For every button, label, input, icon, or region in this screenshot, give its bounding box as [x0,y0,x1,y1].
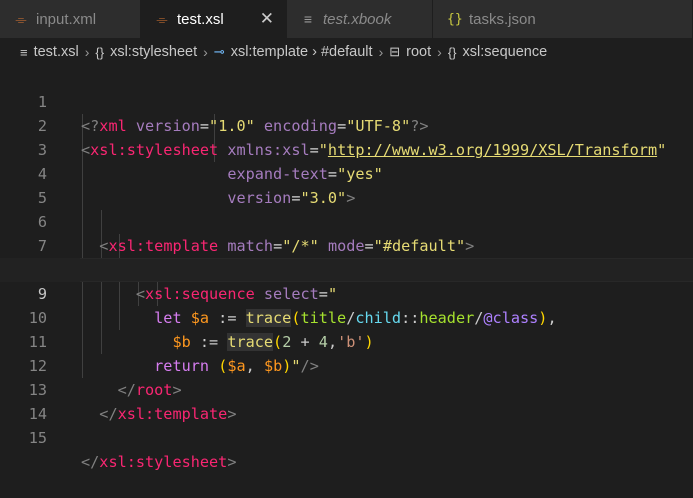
breadcrumb-item-file[interactable]: ≡ test.xsl [20,44,79,60]
code-line: 3 expand-text="yes" [0,114,693,183]
template-icon: ⊸ [213,44,225,59]
code-line: 1 <?xml version="1.0" encoding="UTF-8"?> [0,66,693,135]
code-line: 4 version="3.0"> [0,138,693,207]
line-number: 15 [28,429,47,447]
braces-icon: {} [95,44,105,60]
breadcrumb-label: xsl:stylesheet [110,44,198,60]
code-line-current: 9 let $a := trace(title/child::header/@c… [0,258,693,327]
lines-icon: ≡ [20,44,28,60]
tab-label: input.xml [36,10,97,28]
code-line: 5 [0,162,693,207]
braces-icon: {} [447,44,457,60]
breadcrumb-label: test.xsl [33,44,79,60]
tab-tasks-json[interactable]: {} tasks.json [433,0,693,38]
breadcrumb-item-template[interactable]: ⊸ xsl:template › #default [214,44,373,60]
code-line: 11 return ($a, $b)"/> [0,306,693,375]
tab-input-xml[interactable]: ⌯ input.xml [0,0,141,38]
tab-test-xsl[interactable]: ⌯ test.xsl ✕ [141,0,287,38]
breadcrumb-label: xsl:sequence [462,44,548,60]
braces-icon: {} [447,11,463,27]
tag-name: xsl:stylesheet [99,453,228,471]
tab-label: tasks.json [469,10,536,28]
code-line: 8 <xsl:sequence select=" [0,234,693,303]
tab-test-xbook[interactable]: ≡ test.xbook [287,0,433,38]
breadcrumb-label: root [406,44,432,60]
code-line: 13 </xsl:template> [0,354,693,423]
chevron-right-icon: › [203,44,208,60]
tag-close: > [227,453,237,471]
code-line: 6 <xsl:template match="/*" mode="#defaul… [0,186,693,255]
breadcrumb-label: xsl:template › #default [230,44,373,60]
tab-bar: ⌯ input.xml ⌯ test.xsl ✕ ≡ test.xbook {}… [0,0,693,38]
code-line: 15 </xsl:stylesheet> [0,402,693,471]
code-line: 2 <xsl:stylesheet xmlns:xsl="http://www.… [0,90,693,159]
chevron-right-icon: › [378,44,384,60]
close-icon[interactable]: ✕ [260,9,274,29]
code-line: 14 [0,378,693,423]
breadcrumb-item-sequence[interactable]: {} xsl:sequence [448,44,547,60]
breadcrumb-item-stylesheet[interactable]: {} xsl:stylesheet [95,44,197,60]
tag-open: </ [81,453,100,471]
line-content: </xsl:stylesheet> [81,450,236,474]
lines-icon: ≡ [303,11,313,27]
breadcrumb: ≡ test.xsl › {} xsl:stylesheet › ⊸ xsl:t… [0,38,693,66]
rss-icon: ⌯ [15,10,27,27]
tab-label: test.xbook [323,10,392,28]
rss-icon: ⌯ [156,10,168,27]
code-line: 7 <root> [0,210,693,279]
chevron-right-icon: › [84,44,90,60]
breadcrumb-item-root[interactable]: ⊟ root [389,44,431,60]
chevron-right-icon: › [437,44,442,60]
element-icon: ⊟ [389,44,401,59]
code-editor[interactable]: 1 <?xml version="1.0" encoding="UTF-8"?>… [0,66,693,471]
code-line: 12 </root> [0,330,693,399]
tab-label: test.xsl [177,10,224,28]
code-line: 10 $b := trace(2 + 4,'b') [0,282,693,351]
